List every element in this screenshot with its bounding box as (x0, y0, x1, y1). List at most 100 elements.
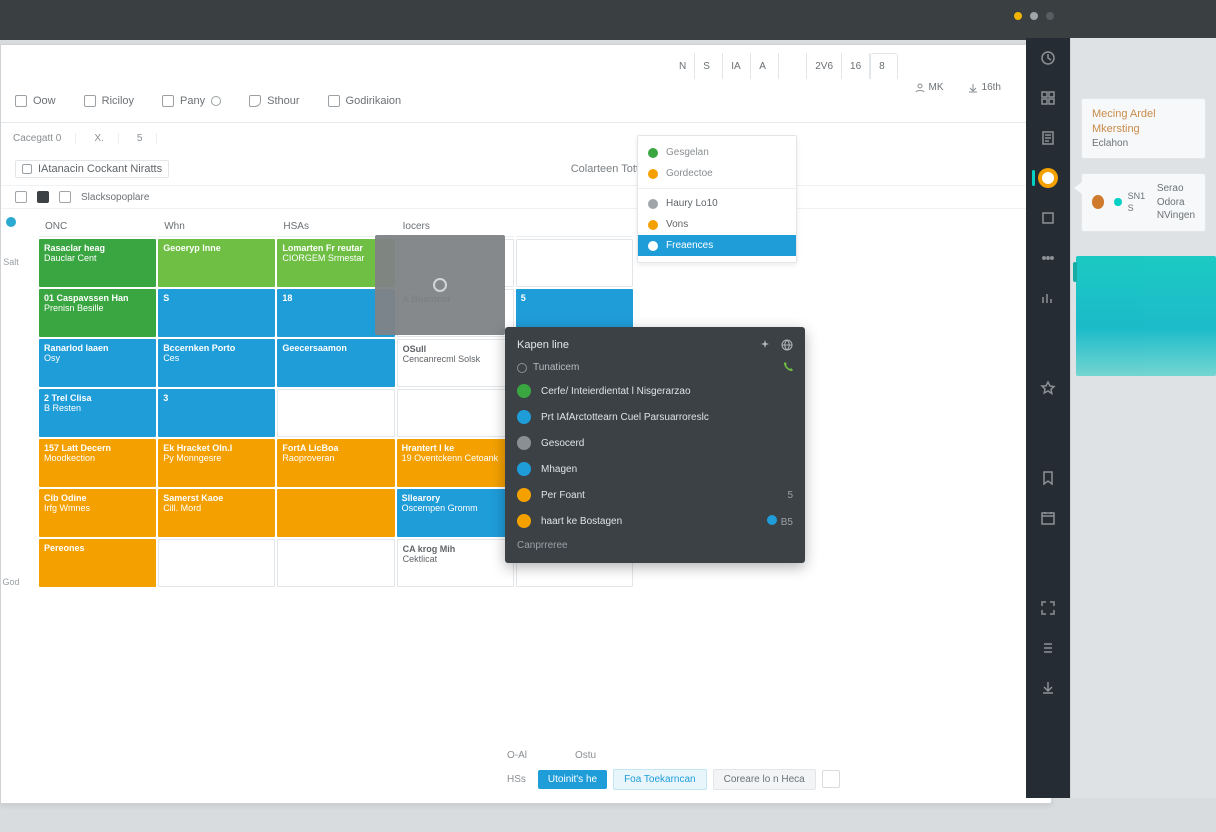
chart-icon[interactable] (1038, 288, 1058, 308)
secondary-button[interactable]: Foa Toekarncan (613, 769, 707, 790)
calendar-event[interactable]: Pereones (39, 539, 156, 587)
teal-tile[interactable] (1076, 256, 1216, 376)
note-icon[interactable] (1038, 128, 1058, 148)
status-dot (1114, 198, 1121, 206)
list-icon[interactable] (1038, 638, 1058, 658)
calendar-event[interactable]: Bccernken PortoCes (158, 339, 275, 387)
calendar-event[interactable]: Hrantert l ke19 Oventckenn Cetoank (397, 439, 514, 487)
tab[interactable]: S (695, 53, 723, 79)
popup-row[interactable]: Cerfe/ Inteierdientat l Nisgerarzao (505, 378, 805, 404)
ribbon-item[interactable]: Sthour (249, 95, 299, 107)
contacts-label: Vons (666, 219, 688, 230)
popup-row[interactable]: Gesocerd (505, 430, 805, 456)
star-icon[interactable] (1038, 378, 1058, 398)
section-caption[interactable]: IAtanacin Cockant Niratts (15, 160, 169, 178)
calendar-event[interactable]: Samerst KaoeCill. Mord (158, 489, 275, 537)
bookmark-icon[interactable] (1038, 468, 1058, 488)
calendar-event[interactable]: Ranarlod laaenOsy (39, 339, 156, 387)
tab-active[interactable]: 8 (870, 53, 898, 79)
refresh-icon (211, 96, 221, 106)
calendar-event[interactable]: 3 (158, 389, 275, 437)
calendar-icon[interactable] (1038, 508, 1058, 528)
calendar-event[interactable] (397, 389, 514, 437)
ribbon-item[interactable]: Godirikaion (328, 95, 402, 107)
ribbon-label: Oow (33, 95, 56, 107)
breadcrumb[interactable]: Cacegatt 0 (13, 133, 76, 144)
popup-subtitle: Tunaticem (533, 362, 579, 373)
calendar-event[interactable] (277, 489, 394, 537)
notification-card[interactable]: SN1 S Serao Odora NVingen (1081, 173, 1206, 232)
popup-row[interactable]: haart ke BostagenB5 (505, 508, 805, 534)
tab[interactable]: N (657, 53, 695, 79)
window-maximize-dot[interactable] (1030, 12, 1038, 20)
footer-square[interactable] (822, 770, 840, 788)
contacts-item-selected[interactable]: Freaences (638, 235, 796, 256)
calendar-event[interactable]: Geoeryp lnne (158, 239, 275, 287)
calendar-event[interactable]: FortA LicBoaRaoproveran (277, 439, 394, 487)
calendar-event[interactable]: 01 Caspavssen HanPrenisn Besille (39, 289, 156, 337)
popup-row-label: Prt IAfArctottearn Cuel Parsuarroreslc (541, 412, 709, 423)
calendar-event[interactable]: Cib OdineIrfg Wmnes (39, 489, 156, 537)
ribbon-label: Sthour (267, 95, 299, 107)
calendar-event[interactable]: 2 Trel ClisaB Resten (39, 389, 156, 437)
dots-icon[interactable] (1038, 248, 1058, 268)
download-icon[interactable] (1038, 678, 1058, 698)
popup-row-label: Gesocerd (541, 438, 584, 449)
calendar-event[interactable] (516, 239, 633, 287)
expand-icon[interactable] (1038, 598, 1058, 618)
calendar-col-header[interactable]: HSAs (277, 217, 394, 237)
square-icon-filled[interactable] (37, 191, 49, 203)
calendar-event[interactable]: Ek Hracket Oln.lPy Monngesre (158, 439, 275, 487)
phone-icon[interactable] (783, 361, 793, 374)
calendar-col-header[interactable]: Whn (158, 217, 275, 237)
popup-row[interactable]: Prt IAfArctottearn Cuel Parsuarroreslc (505, 404, 805, 430)
tab[interactable] (779, 53, 807, 79)
avatar (1092, 195, 1104, 209)
contacts-item[interactable]: Haury Lo10 (638, 193, 796, 214)
sparkle-icon[interactable] (759, 339, 771, 351)
grid-icon[interactable] (1038, 88, 1058, 108)
calendar-event[interactable]: 157 Latt DecernMoodkection (39, 439, 156, 487)
tab[interactable]: 16 (842, 53, 870, 79)
popup-row[interactable]: Per Foant5 (505, 482, 805, 508)
calendar-event[interactable] (158, 539, 275, 587)
status-dot (648, 148, 658, 158)
popup-row[interactable]: Mhagen (505, 456, 805, 482)
calendar-col-header[interactable]: Iocers (397, 217, 514, 237)
calendar-event[interactable]: SllearoryOscempen Gromm (397, 489, 514, 537)
notification-card[interactable]: Mecing Ardel Mkersting Eclahon (1081, 98, 1206, 159)
calendar-event[interactable]: S (158, 289, 275, 337)
calendar-event[interactable]: OSullCencanrecml Solsk (397, 339, 514, 387)
calendar-event[interactable]: Rasaclar heagDauclar Cent (39, 239, 156, 287)
ribbon-item[interactable]: Pany (162, 95, 221, 107)
contacts-item[interactable]: Vons (638, 214, 796, 235)
contacts-item[interactable]: Gesgelan (638, 142, 796, 163)
filter-label[interactable]: Slacksopoplare (81, 192, 149, 203)
window-close-dot[interactable] (1046, 12, 1054, 20)
square-icon[interactable] (59, 191, 71, 203)
calendar-event[interactable]: Geecersaamon (277, 339, 394, 387)
window-minimize-dot[interactable] (1014, 12, 1022, 20)
ribbon-item[interactable]: Riciloy (84, 95, 134, 107)
calendar-col-header[interactable]: ONC (39, 217, 156, 237)
primary-button[interactable]: Utoinit's he (538, 770, 607, 789)
tab[interactable]: IA (723, 53, 751, 79)
tab[interactable]: A (751, 53, 779, 79)
square-icon[interactable] (15, 191, 27, 203)
tab[interactable]: 2V6 (807, 53, 842, 79)
flag-icon (328, 95, 340, 107)
calendar-event[interactable] (277, 389, 394, 437)
globe-icon[interactable] (781, 339, 793, 351)
calendar-col-header[interactable] (516, 217, 633, 237)
tertiary-button[interactable]: Coreare lo n Heca (713, 769, 816, 790)
resize-handle[interactable] (1073, 262, 1077, 282)
popup-footer[interactable]: Canprreree (505, 534, 805, 551)
contacts-item[interactable]: Gordectoe (638, 163, 796, 184)
calendar-event[interactable]: CA krog MihCektlicat (397, 539, 514, 587)
popup-row-label: Cerfe/ Inteierdientat l Nisgerarzao (541, 386, 691, 397)
clock-icon[interactable] (1038, 48, 1058, 68)
app-icon[interactable] (1038, 208, 1058, 228)
calendar-event[interactable] (277, 539, 394, 587)
ribbon-item[interactable]: Oow (15, 95, 56, 107)
mail-icon-active[interactable] (1038, 168, 1058, 188)
